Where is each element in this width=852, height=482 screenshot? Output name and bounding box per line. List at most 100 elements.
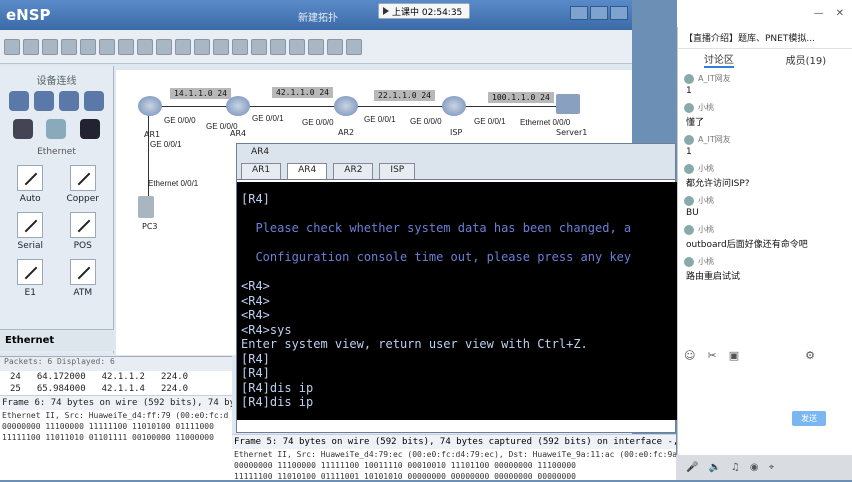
- switch-icon[interactable]: [33, 91, 54, 111]
- ellipse-icon[interactable]: [213, 38, 229, 55]
- delete-icon[interactable]: [156, 38, 172, 55]
- print-icon[interactable]: [61, 38, 77, 55]
- hex-line: Ethernet II, Src: HuaweiTe_d4:ff:79 (00:…: [2, 411, 229, 420]
- msg-text: outboard后面好像还有命令吧: [686, 240, 808, 250]
- table-row[interactable]: 24 64.172000 42.1.1.2 224.0: [0, 371, 232, 383]
- close-icon[interactable]: ✕: [836, 8, 844, 19]
- gear-icon[interactable]: ⚙: [805, 349, 815, 362]
- frame-line[interactable]: Frame 5: 74 bytes on wire (592 bits), 74…: [232, 434, 676, 449]
- text-icon[interactable]: [175, 38, 191, 55]
- firewall-icon[interactable]: [84, 91, 105, 111]
- list-item: A_IT网友 1: [684, 134, 846, 157]
- packet-filter-status: Packets: 6 Displayed: 6: [0, 357, 232, 371]
- grid-icon[interactable]: [289, 38, 305, 55]
- list-item: 小桃 懂了: [684, 102, 846, 128]
- link-isp-server[interactable]: [452, 106, 562, 107]
- maximize-button[interactable]: [590, 6, 608, 20]
- router-ar4[interactable]: [226, 96, 250, 116]
- cli-tabbar: AR1 AR4 AR2 ISP: [237, 160, 675, 180]
- tab-ar2[interactable]: AR2: [333, 163, 374, 179]
- router-ar1[interactable]: [138, 96, 162, 116]
- help-icon[interactable]: [346, 38, 362, 55]
- music-icon[interactable]: ♫: [731, 462, 740, 473]
- speaker-icon[interactable]: 🔈: [708, 462, 720, 473]
- packet-dst: 224.0: [160, 384, 189, 394]
- avatar: [684, 102, 694, 113]
- emoji-icon[interactable]: ☺: [684, 349, 695, 362]
- class-timer[interactable]: 上课中 02:54:35: [378, 3, 470, 19]
- pin-icon[interactable]: ⌖: [769, 462, 775, 473]
- msg-user: A_IT网友: [698, 74, 731, 83]
- open-icon[interactable]: [23, 38, 39, 55]
- port-label: Ethernet 0/0/1: [148, 179, 199, 188]
- topo-icon[interactable]: [308, 38, 324, 55]
- cable-serial[interactable]: Serial: [4, 212, 57, 251]
- play-icon: [383, 7, 389, 15]
- cable-icon[interactable]: [80, 119, 101, 139]
- term-line: [R4]: [241, 192, 270, 206]
- msg-text: 1: [686, 86, 692, 96]
- cloud-icon[interactable]: [46, 119, 67, 139]
- avatar: [684, 195, 694, 206]
- capture-icon[interactable]: [270, 38, 286, 55]
- packet-time: 64.172000: [36, 372, 86, 382]
- mic-icon[interactable]: 🎤: [686, 462, 698, 473]
- chat-header[interactable]: 【直播介绍】题库、PNET模拟...: [678, 27, 852, 49]
- cable-e1[interactable]: E1: [4, 259, 57, 298]
- redo-icon[interactable]: [99, 38, 115, 55]
- select-icon[interactable]: [118, 38, 134, 55]
- packet-src: 42.1.1.2: [101, 372, 145, 382]
- minimize-icon[interactable]: —: [814, 8, 824, 19]
- tab-ar1[interactable]: AR1: [241, 163, 282, 179]
- toolbar: [0, 30, 632, 64]
- table-row[interactable]: 25 65.984000 42.1.1.4 224.0: [0, 383, 232, 395]
- settings-icon[interactable]: [327, 38, 343, 55]
- new-icon[interactable]: [4, 38, 20, 55]
- hex-line: 00000000 11100000 11111100 10011110 0001…: [234, 461, 576, 470]
- server-node[interactable]: [556, 94, 580, 114]
- pc-icon[interactable]: [12, 119, 33, 139]
- undo-icon[interactable]: [80, 38, 96, 55]
- tab-members[interactable]: 成员(19): [786, 52, 827, 67]
- tab-discussion[interactable]: 讨论区: [703, 51, 734, 68]
- router-icon[interactable]: [8, 91, 29, 111]
- tab-isp[interactable]: ISP: [379, 163, 416, 179]
- link-ar2-isp[interactable]: [348, 106, 448, 107]
- port-label: GE 0/0/1: [364, 115, 396, 124]
- router-ar2[interactable]: [334, 96, 358, 116]
- start-icon[interactable]: [232, 38, 248, 55]
- cable-pos[interactable]: POS: [57, 212, 110, 251]
- image-icon[interactable]: ▣: [729, 349, 739, 362]
- cable-copper[interactable]: Copper: [57, 165, 110, 204]
- stop-icon[interactable]: [251, 38, 267, 55]
- term-line: ​: [241, 207, 673, 222]
- term-line: [R4]dis ip: [241, 395, 314, 409]
- cable-atm[interactable]: ATM: [57, 259, 110, 298]
- send-button[interactable]: 发送: [792, 411, 826, 426]
- wlan-icon[interactable]: [59, 91, 80, 111]
- router-isp[interactable]: [442, 96, 466, 116]
- device-row: [0, 115, 113, 143]
- camera-icon[interactable]: ◉: [750, 462, 759, 473]
- save-icon[interactable]: [42, 38, 58, 55]
- cable-auto[interactable]: Auto: [4, 165, 57, 204]
- scissors-icon[interactable]: ✂: [707, 349, 716, 362]
- move-icon[interactable]: [137, 38, 153, 55]
- terminal[interactable]: [R4]​ Please check whether system data h…: [237, 182, 677, 420]
- term-line: Enter system view, return user view with…: [241, 337, 588, 351]
- section-label: Ethernet: [37, 147, 76, 157]
- serial-cable-icon: [17, 212, 44, 238]
- msg-text: BU: [686, 208, 699, 218]
- link-ar4-ar2[interactable]: [244, 106, 344, 107]
- hex-line: 00000000 11100000 11111100 11010100 0111…: [2, 422, 214, 431]
- close-button[interactable]: [610, 6, 628, 20]
- rect-icon[interactable]: [194, 38, 210, 55]
- term-line: <R4>sys: [241, 322, 292, 337]
- window-controls: [570, 6, 628, 20]
- pc3-node[interactable]: [138, 196, 154, 218]
- link-ar1-pc3[interactable]: [148, 110, 149, 206]
- packet-detail[interactable]: Frame 6: 74 bytes on wire (592 bits), 74…: [0, 395, 232, 410]
- node-label: AR1: [144, 130, 161, 139]
- tab-ar4[interactable]: AR4: [287, 163, 328, 179]
- minimize-button[interactable]: [570, 6, 588, 20]
